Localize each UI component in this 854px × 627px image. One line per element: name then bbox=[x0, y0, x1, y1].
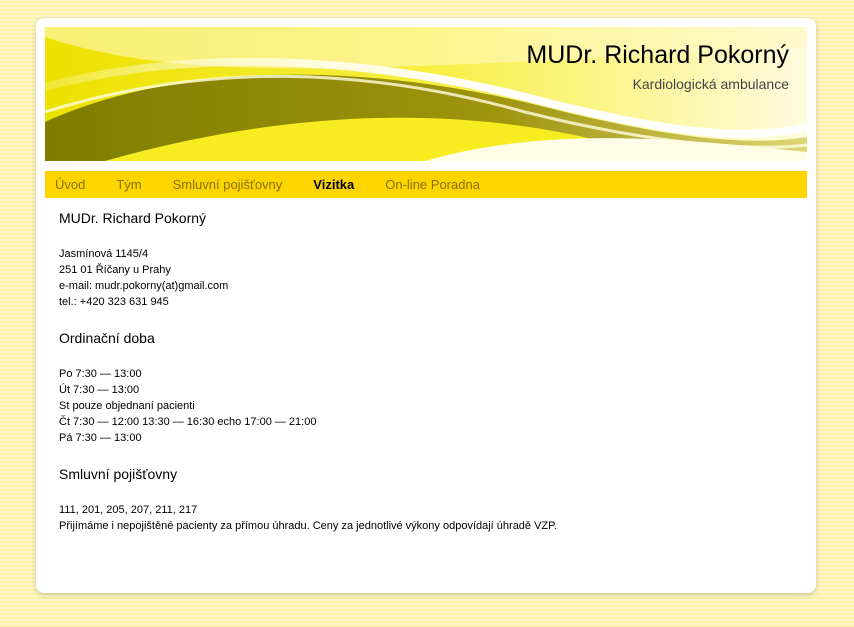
contact-heading: MUDr. Richard Pokorný bbox=[59, 210, 207, 226]
site-title: MUDr. Richard Pokorný bbox=[526, 41, 789, 69]
hours-line-wednesday: St pouze objednaní pacienti bbox=[59, 400, 195, 412]
main-nav: Úvod Tým Smluvní pojišťovny Vizitka On-l… bbox=[45, 171, 807, 198]
insurance-codes: 111, 201, 205, 207, 211, 217 bbox=[59, 504, 198, 516]
page-container: MUDr. Richard Pokorný Kardiologická ambu… bbox=[36, 18, 816, 593]
nav-item-smluvni-pojistovny[interactable]: Smluvní pojišťovny bbox=[173, 177, 283, 192]
site-subtitle: Kardiologická ambulance bbox=[632, 76, 789, 92]
hours-line-tuesday: Út 7:30 — 13:00 bbox=[59, 384, 140, 396]
contact-email: e-mail: mudr.pokorny(at)gmail.com bbox=[59, 280, 229, 292]
main-content: MUDr. Richard Pokorný Jasmínová 1145/4 2… bbox=[59, 210, 799, 534]
contact-phone: tel.: +420 323 631 945 bbox=[59, 296, 169, 308]
hours-line-monday: Po 7:30 — 13:00 bbox=[59, 368, 142, 380]
nav-item-tym[interactable]: Tým bbox=[116, 177, 141, 192]
nav-item-vizitka[interactable]: Vizitka bbox=[313, 177, 354, 192]
contact-street: Jasmínová 1145/4 bbox=[59, 248, 149, 260]
insurance-heading: Smluvní pojišťovny bbox=[59, 466, 178, 482]
insurance-note: Přijímáme i nepojištěné pacienty za přím… bbox=[59, 520, 558, 532]
hours-heading: Ordinační doba bbox=[59, 330, 155, 346]
header-banner: MUDr. Richard Pokorný Kardiologická ambu… bbox=[45, 27, 807, 161]
hours-line-thursday: Čt 7:30 — 12:00 13:30 — 16:30 echo 17:00… bbox=[59, 416, 317, 428]
hours-line-friday: Pá 7:30 — 13:00 bbox=[59, 432, 142, 444]
contact-city: 251 01 Říčany u Prahy bbox=[59, 264, 171, 276]
nav-item-online-poradna[interactable]: On-line Poradna bbox=[385, 177, 480, 192]
nav-item-uvod[interactable]: Úvod bbox=[55, 177, 85, 192]
